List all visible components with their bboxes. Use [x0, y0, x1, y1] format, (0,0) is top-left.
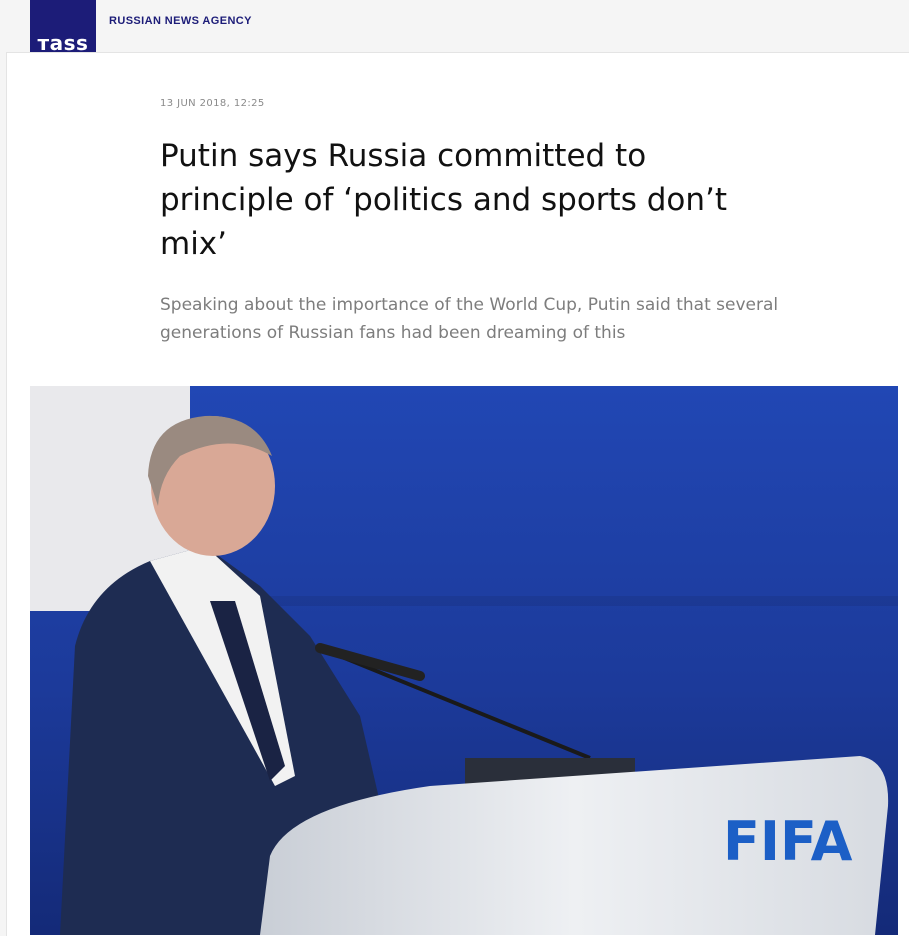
article-headline: Putin says Russia committed to principle…: [160, 138, 728, 262]
article-lead: Speaking about the importance of the Wor…: [160, 295, 779, 343]
fifa-logo-text: FIFA: [723, 810, 853, 873]
photo-illustration: FIFA: [30, 386, 898, 935]
article-photo[interactable]: FIFA: [30, 386, 898, 935]
agency-name: RUSSIAN NEWS AGENCY: [109, 15, 252, 27]
article-date: 13 JUN 2018, 12:25: [160, 98, 265, 109]
tass-logo[interactable]: тass: [30, 0, 96, 59]
